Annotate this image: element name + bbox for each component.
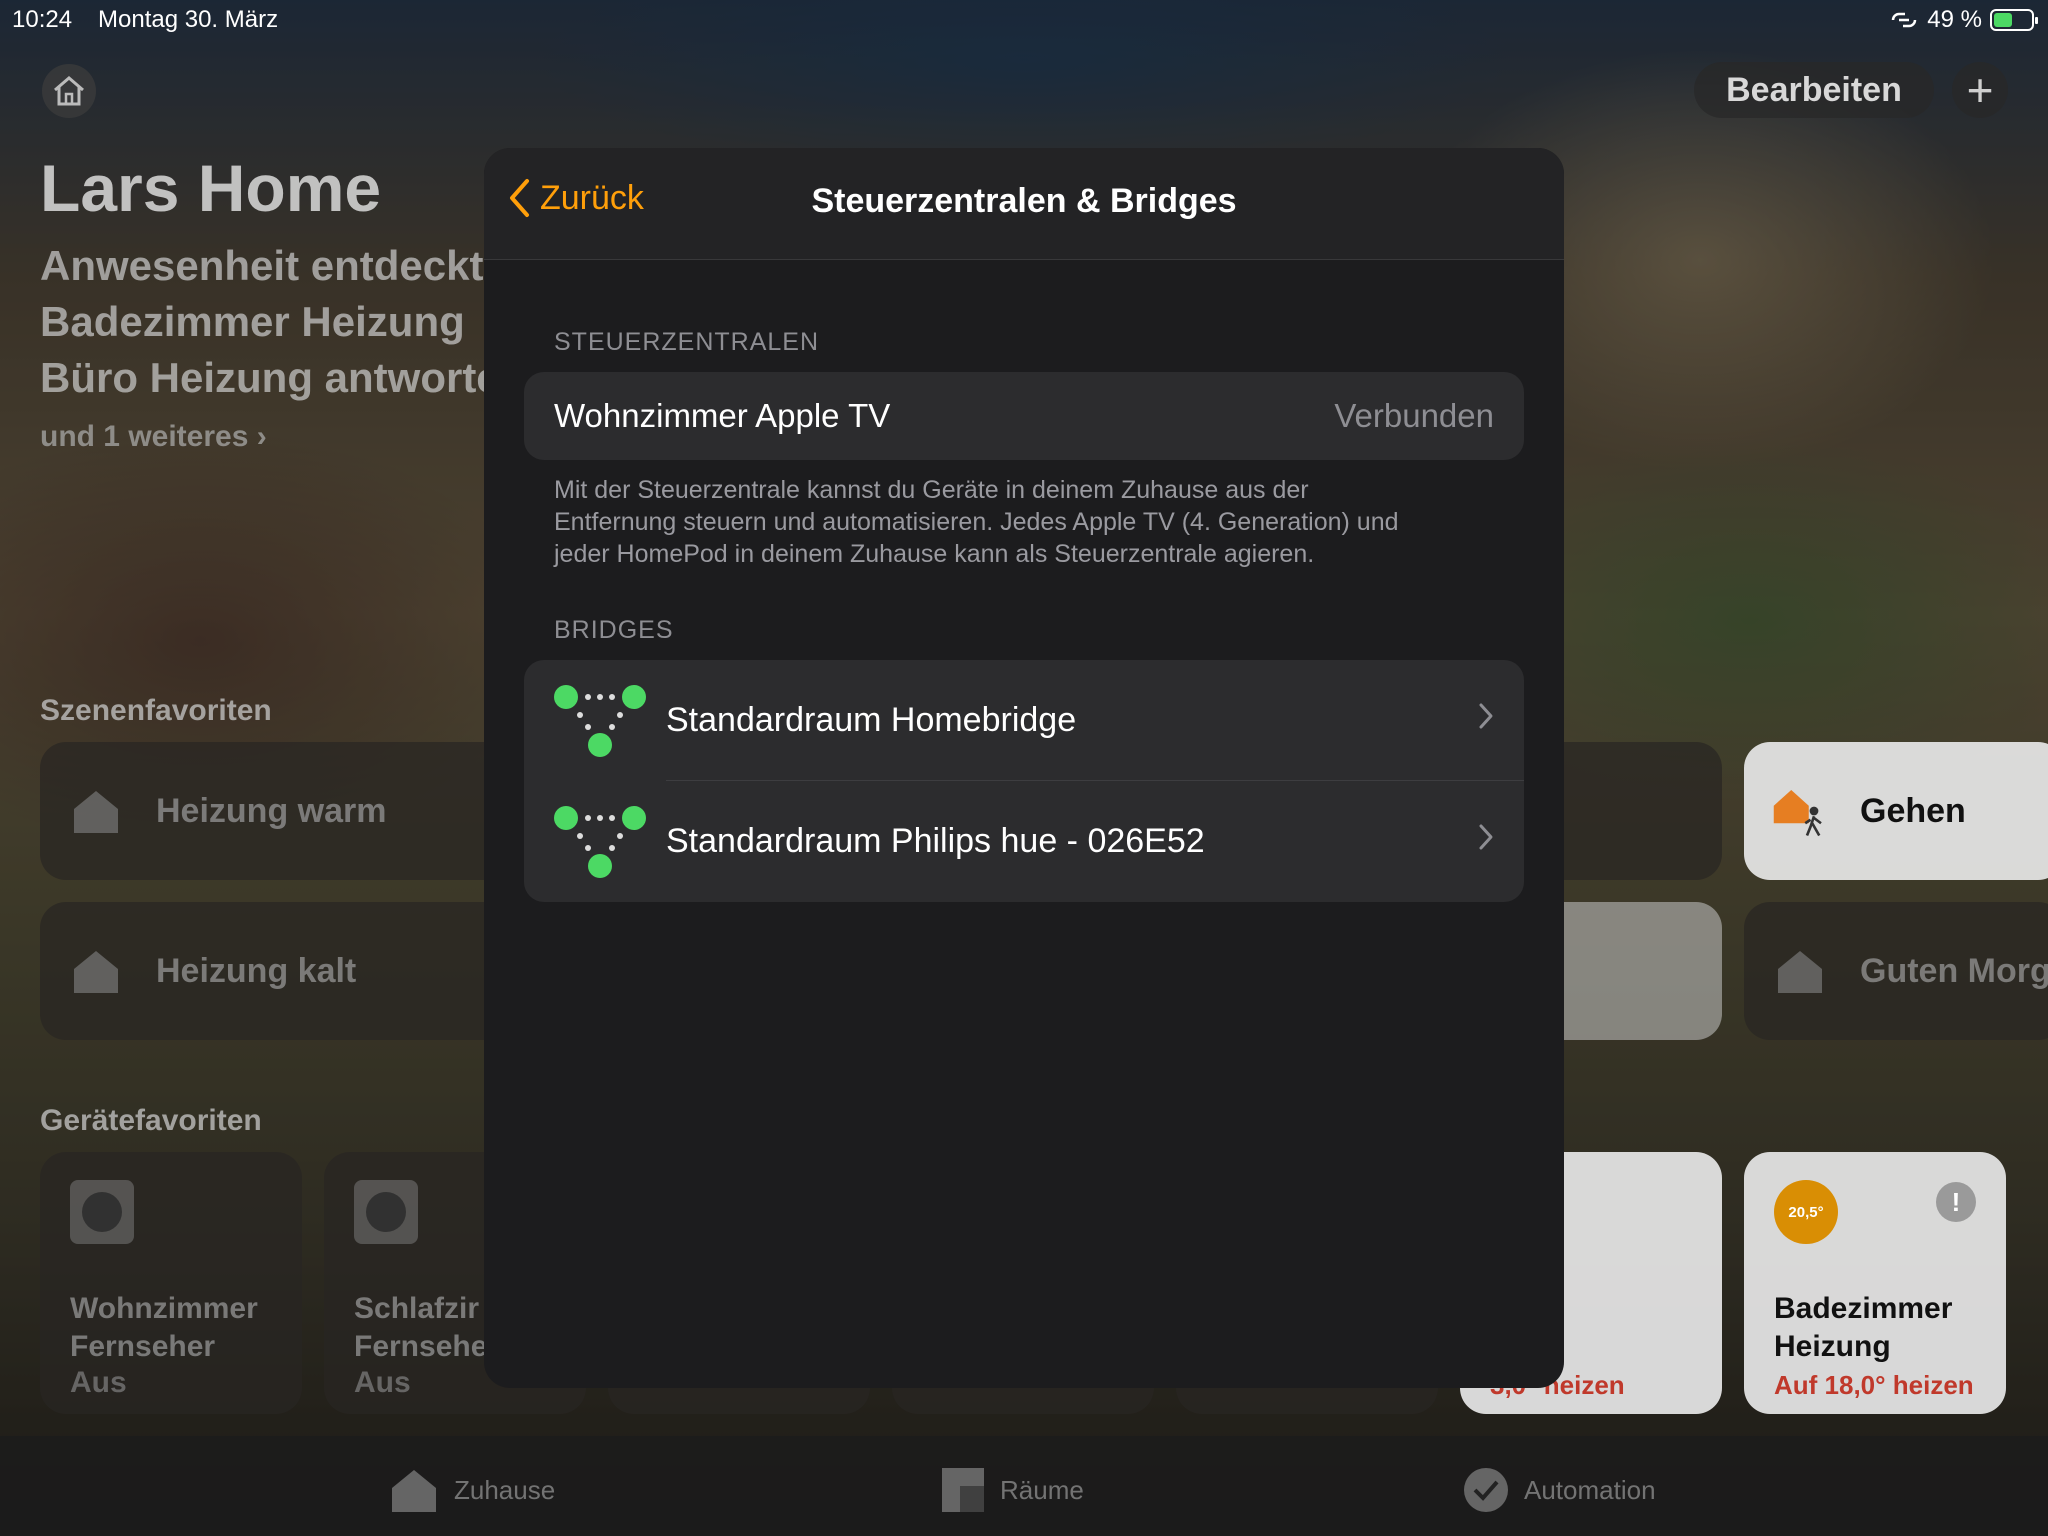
chevron-right-icon bbox=[1479, 824, 1493, 850]
scene-label: Heizung warm bbox=[156, 791, 387, 830]
device-name-line: Fernsehe bbox=[354, 1330, 488, 1363]
tab-home[interactable]: Zuhause bbox=[388, 1466, 555, 1514]
scene-tile[interactable]: Gehen bbox=[1744, 742, 2048, 880]
scene-label: Gehen bbox=[1860, 791, 1966, 830]
device-name: Schlafzir Fernsehe bbox=[354, 1290, 487, 1366]
device-name: Badezimmer Heizung bbox=[1774, 1290, 1952, 1366]
edit-button[interactable]: Bearbeiten bbox=[1694, 62, 1934, 118]
tab-label: Zuhause bbox=[454, 1474, 556, 1505]
house-icon bbox=[68, 783, 124, 839]
status-line: Anwesenheit entdeckt bbox=[40, 242, 484, 289]
outlet-icon bbox=[70, 1180, 134, 1244]
status-date: Montag 30. März bbox=[98, 6, 279, 33]
tab-label: Automation bbox=[1524, 1474, 1656, 1505]
bridges-card: Standardraum Homebridge Standardraum Phi… bbox=[524, 660, 1524, 902]
checkmark-circle-icon bbox=[1464, 1468, 1508, 1512]
footer-line: Entfernung steuern und automatisieren. J… bbox=[554, 508, 1399, 536]
footer-line: jeder HomePod in deinem Zuhause kann als… bbox=[554, 540, 1315, 568]
warning-icon: ! bbox=[1936, 1182, 1976, 1222]
device-state: Aus bbox=[354, 1366, 411, 1399]
status-line: Büro Heizung antwortet bbox=[40, 354, 514, 401]
device-state: Auf 18,0° heizen bbox=[1774, 1370, 1974, 1400]
person-leaving-icon bbox=[1772, 783, 1828, 839]
device-state: Aus bbox=[70, 1366, 127, 1399]
device-name-line: Schlafzir bbox=[354, 1292, 480, 1325]
chevron-right-icon bbox=[1479, 703, 1493, 729]
bridges-section-header: BRIDGES bbox=[554, 616, 674, 644]
scene-label: Heizung kalt bbox=[156, 951, 357, 990]
tab-rooms[interactable]: Räume bbox=[940, 1466, 1084, 1514]
bridge-name: Standardraum Philips hue - 026E52 bbox=[666, 822, 1205, 860]
temperature-badge: 20,5° bbox=[1774, 1180, 1838, 1244]
more-status-link[interactable]: und 1 weiteres › bbox=[40, 420, 267, 454]
scene-label: Guten Morg bbox=[1860, 951, 2048, 990]
device-name: Wohnzimmer Fernseher bbox=[70, 1290, 258, 1366]
tab-automation[interactable]: Automation bbox=[1462, 1466, 1656, 1514]
device-tile[interactable]: 20,5° ! Badezimmer Heizung Auf 18,0° hei… bbox=[1744, 1152, 2006, 1414]
status-line: Badezimmer Heizung bbox=[40, 298, 465, 345]
bridge-icon bbox=[554, 684, 646, 757]
house-icon bbox=[54, 76, 84, 106]
hubs-section-header: STEUERZENTRALEN bbox=[554, 328, 820, 356]
device-name-line: Heizung bbox=[1774, 1330, 1891, 1363]
hub-row[interactable]: Wohnzimmer Apple TV Verbunden bbox=[524, 372, 1524, 460]
status-right: 49 % bbox=[1889, 6, 2038, 34]
scenes-header: Szenenfavoriten bbox=[40, 694, 272, 727]
outlet-icon bbox=[354, 1180, 418, 1244]
home-button[interactable] bbox=[42, 64, 96, 118]
tab-bar: Zuhause Räume Automation bbox=[0, 1436, 2048, 1536]
status-bar: 10:24 Montag 30. März 49 % bbox=[0, 0, 2048, 40]
bridge-icon bbox=[554, 805, 646, 878]
devices-header: Gerätefavoriten bbox=[40, 1104, 262, 1137]
scene-tile[interactable]: Guten Morg bbox=[1744, 902, 2048, 1040]
hubs-bridges-sheet: Zurück Steuerzentralen & Bridges STEUERZ… bbox=[484, 148, 1564, 1388]
hubs-card: Wohnzimmer Apple TV Verbunden bbox=[524, 372, 1524, 460]
hub-name: Wohnzimmer Apple TV bbox=[554, 397, 891, 434]
tab-label: Räume bbox=[1000, 1474, 1084, 1505]
sheet-navigation-bar: Zurück Steuerzentralen & Bridges bbox=[484, 148, 1564, 260]
home-status[interactable]: Anwesenheit entdeckt Badezimmer Heizung … bbox=[40, 238, 514, 406]
bridge-name: Standardraum Homebridge bbox=[666, 701, 1077, 739]
bridge-row[interactable]: Standardraum Homebridge bbox=[524, 660, 1524, 781]
bridge-row[interactable]: Standardraum Philips hue - 026E52 bbox=[524, 781, 1524, 902]
sheet-title: Steuerzentralen & Bridges bbox=[811, 182, 1237, 220]
hubs-section-footer: Mit der Steuerzentrale kannst du Geräte … bbox=[554, 474, 1514, 570]
rooms-icon bbox=[942, 1468, 984, 1512]
device-tile[interactable]: Wohnzimmer Fernseher Aus bbox=[40, 1152, 302, 1414]
home-title: Lars Home bbox=[40, 151, 382, 225]
house-icon bbox=[68, 943, 124, 999]
device-name-line: Wohnzimmer bbox=[70, 1292, 258, 1325]
link-icon bbox=[1892, 12, 1917, 28]
hub-status: Verbunden bbox=[1334, 397, 1494, 434]
battery-icon bbox=[1990, 9, 2038, 31]
device-name-line: Badezimmer bbox=[1774, 1292, 1953, 1325]
add-button[interactable]: + bbox=[1952, 62, 2008, 118]
status-time: 10:24 bbox=[12, 6, 73, 33]
footer-line: Mit der Steuerzentrale kannst du Geräte … bbox=[554, 476, 1309, 504]
house-icon bbox=[392, 1470, 436, 1512]
house-icon bbox=[1772, 943, 1828, 999]
device-name-line: Fernseher bbox=[70, 1330, 216, 1363]
battery-percent: 49 % bbox=[1927, 6, 1982, 33]
